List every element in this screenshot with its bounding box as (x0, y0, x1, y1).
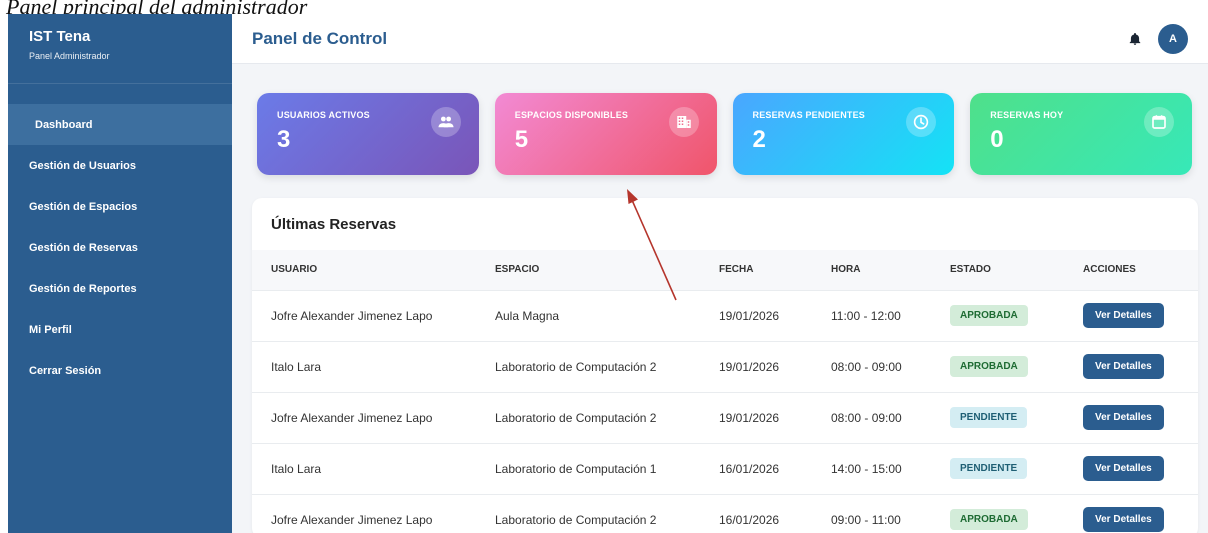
page-title: Panel de Control (252, 28, 388, 48)
cell-hora: 08:00 - 09:00 (831, 359, 902, 374)
cell-acciones: Ver Detalles (1064, 392, 1198, 443)
reservations-table: USUARIO ESPACIO FECHA HORA ESTADO ACCION… (252, 250, 1198, 533)
sidebar-item-label: Mi Perfil (29, 323, 72, 336)
sidebar-item-usuarios[interactable]: Gestión de Usuarios (8, 145, 232, 186)
cell-acciones: Ver Detalles (1064, 494, 1198, 533)
stat-card-espacios-disponibles: ESPACIOS DISPONIBLES 5 (494, 93, 717, 175)
panel-title: Últimas Reservas (271, 215, 397, 233)
cell-fecha: 16/01/2026 (719, 512, 780, 527)
cell-estado: APROBADA (931, 290, 1064, 341)
column-header-usuario: USUARIO (271, 264, 318, 276)
brand-subtitle: Panel Administrador (29, 51, 110, 61)
sidebar-item-label: Gestión de Reportes (29, 282, 137, 295)
sidebar-item-reservas[interactable]: Gestión de Reservas (8, 227, 232, 268)
users-icon (430, 107, 461, 137)
sidebar-item-logout[interactable]: Cerrar Sesión (8, 350, 232, 391)
ver-detalles-button[interactable]: Ver Detalles (1083, 456, 1164, 481)
sidebar-item-label: Gestión de Usuarios (29, 159, 136, 172)
cell-espacio: Laboratorio de Computación 1 (495, 461, 657, 476)
cell-espacio: Aula Magna (495, 308, 560, 323)
cell-usuario: Italo Lara (271, 461, 322, 476)
brand-title: IST Tena (29, 28, 91, 45)
table-row: Jofre Alexander Jimenez Lapo Aula Magna … (252, 290, 1198, 341)
cell-acciones: Ver Detalles (1064, 341, 1198, 392)
cell-usuario: Jofre Alexander Jimenez Lapo (271, 512, 433, 527)
status-badge: PENDIENTE (950, 458, 1028, 479)
column-header-estado: ESTADO (950, 264, 991, 276)
cell-fecha: 19/01/2026 (719, 308, 780, 323)
status-badge: APROBADA (950, 509, 1028, 531)
cell-fecha: 16/01/2026 (719, 461, 780, 476)
cell-estado: PENDIENTE (931, 443, 1064, 494)
figure-caption: Panel principal del administrador (6, 0, 308, 19)
brand: IST Tena Panel Administrador (8, 14, 232, 84)
table-row: Jofre Alexander Jimenez Lapo Laboratorio… (252, 494, 1198, 533)
table-row: Italo Lara Laboratorio de Computación 2 … (252, 341, 1198, 392)
stat-cards: USUARIOS ACTIVOS 3 ESPACIOS DISPONIBLES … (257, 93, 1192, 175)
column-header-espacio: ESPACIO (495, 264, 540, 276)
cell-estado: PENDIENTE (931, 392, 1064, 443)
bell-icon[interactable] (1128, 32, 1142, 46)
calendar-icon (1144, 107, 1174, 137)
sidebar-nav: Dashboard Gestión de Usuarios Gestión de… (8, 104, 232, 391)
main-content: Panel de Control A USUARIOS ACTIVOS 3 ES… (232, 14, 1208, 533)
stat-card-usuarios-activos: USUARIOS ACTIVOS 3 (257, 93, 479, 175)
sidebar-item-label: Dashboard (35, 118, 93, 131)
cell-usuario: Italo Lara (271, 359, 322, 374)
top-actions: A (1128, 23, 1188, 54)
cell-espacio: Laboratorio de Computación 2 (495, 410, 657, 425)
avatar[interactable]: A (1158, 23, 1188, 54)
ver-detalles-button[interactable]: Ver Detalles (1083, 405, 1164, 430)
cell-hora: 11:00 - 12:00 (831, 308, 901, 323)
ver-detalles-button[interactable]: Ver Detalles (1083, 303, 1164, 328)
sidebar-item-label: Gestión de Reservas (29, 241, 138, 254)
sidebar-item-label: Cerrar Sesión (29, 364, 102, 377)
cell-acciones: Ver Detalles (1064, 443, 1198, 494)
cell-hora: 08:00 - 09:00 (831, 410, 902, 425)
status-badge: APROBADA (950, 305, 1028, 326)
status-badge: PENDIENTE (950, 407, 1028, 428)
ver-detalles-button[interactable]: Ver Detalles (1083, 354, 1164, 379)
cell-usuario: Jofre Alexander Jimenez Lapo (271, 410, 433, 425)
cell-estado: APROBADA (931, 494, 1064, 533)
table-header-row: USUARIO ESPACIO FECHA HORA ESTADO ACCION… (252, 250, 1198, 290)
cell-hora: 09:00 - 11:00 (831, 512, 901, 527)
latest-reservations-panel: Últimas Reservas USUARIO ESPACIO FECHA H… (252, 198, 1198, 533)
cell-usuario: Jofre Alexander Jimenez Lapo (271, 308, 433, 323)
sidebar-item-label: Gestión de Espacios (29, 200, 138, 213)
sidebar-item-dashboard[interactable]: Dashboard (8, 104, 232, 145)
cell-fecha: 19/01/2026 (719, 410, 780, 425)
cell-espacio: Laboratorio de Computación 2 (495, 359, 657, 374)
app-window: IST Tena Panel Administrador Dashboard G… (8, 14, 1208, 533)
cell-hora: 14:00 - 15:00 (831, 461, 902, 476)
ver-detalles-button[interactable]: Ver Detalles (1083, 507, 1164, 533)
sidebar-item-perfil[interactable]: Mi Perfil (8, 309, 232, 350)
building-icon (668, 107, 699, 137)
status-badge: APROBADA (950, 356, 1028, 377)
table-row: Italo Lara Laboratorio de Computación 1 … (252, 443, 1198, 494)
column-header-acciones: ACCIONES (1083, 264, 1136, 276)
table-row: Jofre Alexander Jimenez Lapo Laboratorio… (252, 392, 1198, 443)
cell-estado: APROBADA (931, 341, 1064, 392)
topbar: Panel de Control A (232, 14, 1208, 64)
cell-fecha: 19/01/2026 (719, 359, 780, 374)
sidebar-item-espacios[interactable]: Gestión de Espacios (8, 186, 232, 227)
stat-card-reservas-pendientes: RESERVAS PENDIENTES 2 (732, 93, 955, 175)
column-header-hora: HORA (831, 264, 861, 276)
sidebar-item-reportes[interactable]: Gestión de Reportes (8, 268, 232, 309)
cell-acciones: Ver Detalles (1064, 290, 1198, 341)
column-header-fecha: FECHA (719, 264, 754, 276)
sidebar: IST Tena Panel Administrador Dashboard G… (8, 14, 232, 533)
cell-espacio: Laboratorio de Computación 2 (495, 512, 657, 527)
stat-card-reservas-hoy: RESERVAS HOY 0 (970, 93, 1192, 175)
